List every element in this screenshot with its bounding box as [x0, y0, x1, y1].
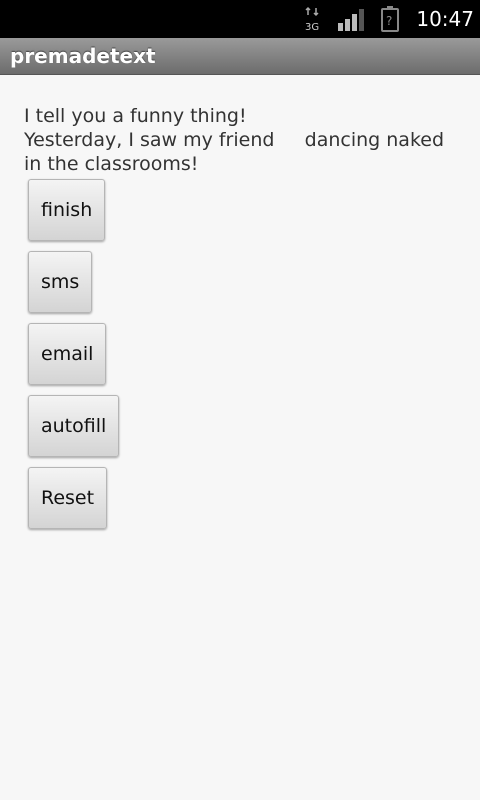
reset-button[interactable]: Reset — [28, 467, 108, 529]
finish-button[interactable]: finish — [28, 179, 106, 241]
svg-text:?: ? — [386, 14, 392, 28]
story-text: I tell you a funny thing! Yesterday, I s… — [24, 105, 445, 175]
status-bar: 3G ? 10:47 — [0, 0, 480, 38]
app-title: premadetext — [10, 44, 156, 68]
email-button[interactable]: email — [28, 323, 107, 385]
battery-unknown-icon: ? — [381, 6, 399, 32]
status-time: 10:47 — [416, 7, 474, 31]
svg-text:3G: 3G — [305, 22, 319, 32]
3g-data-icon: 3G — [305, 6, 319, 32]
sms-button[interactable]: sms — [28, 251, 93, 313]
autofill-button[interactable]: autofill — [28, 395, 120, 457]
title-bar: premadetext — [0, 38, 480, 75]
signal-strength-icon — [338, 9, 364, 31]
